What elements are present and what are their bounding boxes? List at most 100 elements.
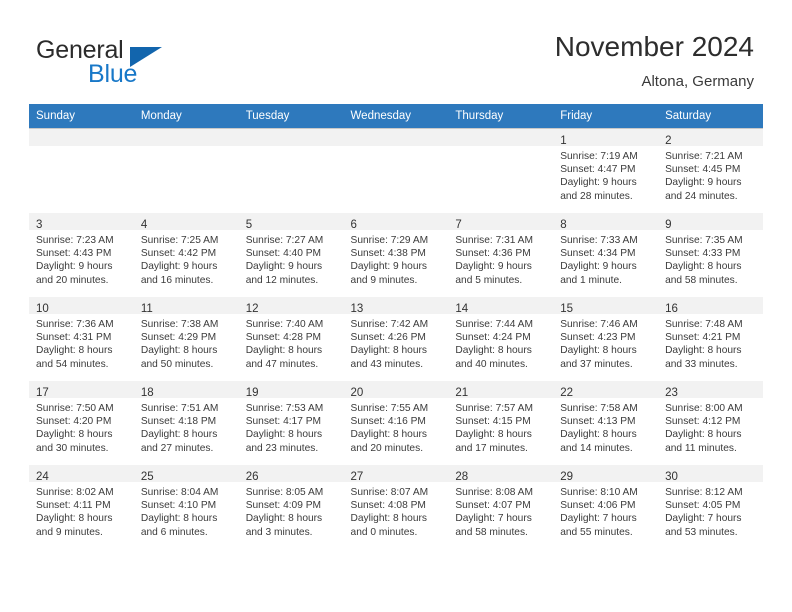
calendar-day-cell[interactable]: 4 Sunrise: 7:25 AM Sunset: 4:42 PM Daylight… xyxy=(133,212,239,297)
day-detail-line: Sunset: 4:28 PM xyxy=(245,332,322,344)
day-details: Sunrise: 7:50 AM Sunset: 4:20 PM Daylight:… xyxy=(29,398,134,455)
day-number: 17 xyxy=(36,387,49,399)
day-detail-line: Sunrise: 7:36 AM xyxy=(36,319,114,330)
calendar-day-cell[interactable]: 27 Sunrise: 8:07 AM Sunset: 4:08 PM Dayligh… xyxy=(343,464,449,549)
day-number: 3 xyxy=(36,219,43,231)
day-details: Sunrise: 8:00 AM Sunset: 4:12 PM Daylight:… xyxy=(658,398,763,455)
day-number-band: 26 xyxy=(238,465,344,483)
calendar-day-cell[interactable]: 20 Sunrise: 7:55 AM Sunset: 4:16 PM Dayligh… xyxy=(343,380,449,465)
weekday-header-thursday: Thursday xyxy=(448,104,554,129)
calendar-day-cell[interactable]: 22 Sunrise: 7:58 AM Sunset: 4:13 PM Dayligh… xyxy=(553,380,659,465)
calendar-day-cell[interactable]: 25 Sunrise: 8:04 AM Sunset: 4:10 PM Dayligh… xyxy=(133,464,239,549)
day-details: Sunrise: 7:27 AM Sunset: 4:40 PM Daylight:… xyxy=(239,230,344,287)
day-number-band: 12 xyxy=(238,297,344,315)
calendar-day-cell[interactable]: 11 Sunrise: 7:38 AM Sunset: 4:29 PM Dayligh… xyxy=(133,296,239,381)
calendar-day-cell[interactable]: 1 Sunrise: 7:19 AM Sunset: 4:47 PM Daylight… xyxy=(553,128,659,213)
day-number: 11 xyxy=(140,303,153,315)
day-detail-line: Daylight: 9 hours xyxy=(665,177,742,189)
day-detail-line: Sunset: 4:05 PM xyxy=(665,500,741,512)
day-detail-line: Daylight: 8 hours xyxy=(455,345,532,357)
day-details: Sunrise: 7:40 AM Sunset: 4:28 PM Daylight:… xyxy=(239,314,344,371)
calendar-body: 1 Sunrise: 7:19 AM Sunset: 4:47 PM Daylight… xyxy=(29,128,763,549)
day-number-band: 6 xyxy=(343,213,449,231)
calendar-day-cell[interactable]: 9 Sunrise: 7:35 AM Sunset: 4:33 PM Daylight… xyxy=(658,212,763,297)
day-details: Sunrise: 7:29 AM Sunset: 4:38 PM Daylight:… xyxy=(344,230,449,287)
day-detail-line: and 12 minutes. xyxy=(245,274,319,286)
day-detail-line: Sunrise: 8:00 AM xyxy=(665,403,743,414)
day-number: 19 xyxy=(245,387,259,399)
calendar-day-cell[interactable]: 6 Sunrise: 7:29 AM Sunset: 4:38 PM Daylight… xyxy=(343,212,449,297)
title-block: November 2024 Altona, Germany xyxy=(555,30,754,91)
day-number-band: 13 xyxy=(343,297,449,315)
day-detail-line: and 54 minutes. xyxy=(36,358,109,370)
day-detail-line: and 53 minutes. xyxy=(665,526,738,538)
calendar-day-cell[interactable]: 23 Sunrise: 8:00 AM Sunset: 4:12 PM Dayligh… xyxy=(658,380,763,465)
calendar-day-cell[interactable]: 19 Sunrise: 7:53 AM Sunset: 4:17 PM Dayligh… xyxy=(238,380,344,465)
day-detail-line: Daylight: 7 hours xyxy=(455,513,532,525)
day-detail-line: Sunset: 4:12 PM xyxy=(665,416,741,428)
calendar-day-cell[interactable]: 10 Sunrise: 7:36 AM Sunset: 4:31 PM Dayligh… xyxy=(29,296,134,381)
day-number-band: 18 xyxy=(133,381,239,399)
day-detail-line: and 9 minutes. xyxy=(350,274,418,286)
day-number: 7 xyxy=(455,219,462,231)
day-detail-line: and 30 minutes. xyxy=(36,442,109,454)
day-detail-line: Sunrise: 8:02 AM xyxy=(36,487,114,498)
calendar-day-cell[interactable]: 17 Sunrise: 7:50 AM Sunset: 4:20 PM Dayligh… xyxy=(29,380,134,465)
day-number-band: 1 xyxy=(553,129,659,147)
day-detail-line: and 5 minutes. xyxy=(455,274,523,286)
day-detail-line: and 16 minutes. xyxy=(140,274,214,286)
day-detail-line: Sunset: 4:15 PM xyxy=(455,416,531,428)
day-detail-line: Sunset: 4:40 PM xyxy=(245,248,322,260)
calendar-day-cell[interactable]: 29 Sunrise: 8:10 AM Sunset: 4:06 PM Dayligh… xyxy=(553,464,659,549)
calendar-day-cell[interactable]: 13 Sunrise: 7:42 AM Sunset: 4:26 PM Dayligh… xyxy=(343,296,449,381)
day-number: 27 xyxy=(350,471,364,483)
day-number: 25 xyxy=(140,471,154,483)
day-details: Sunrise: 7:53 AM Sunset: 4:17 PM Daylight:… xyxy=(239,398,344,455)
calendar-day-cell[interactable]: 2 Sunrise: 7:21 AM Sunset: 4:45 PM Daylight… xyxy=(658,128,763,213)
day-detail-line: Sunrise: 7:42 AM xyxy=(350,319,429,330)
day-detail-line: Sunrise: 7:55 AM xyxy=(350,403,429,414)
calendar-day-cell[interactable]: 8 Sunrise: 7:33 AM Sunset: 4:34 PM Daylight… xyxy=(553,212,659,297)
day-details: Sunrise: 7:31 AM Sunset: 4:36 PM Daylight:… xyxy=(448,230,553,287)
day-detail-line: Sunset: 4:29 PM xyxy=(140,332,217,344)
brand-logo[interactable]: General Blue xyxy=(36,36,276,92)
calendar-page: General Blue November 2024 Altona, Germa… xyxy=(0,0,792,612)
calendar-day-cell[interactable]: 7 Sunrise: 7:31 AM Sunset: 4:36 PM Daylight… xyxy=(448,212,554,297)
day-detail-line: Sunrise: 7:57 AM xyxy=(455,403,533,414)
weekday-header-friday: Friday xyxy=(553,104,659,129)
day-detail-line: Daylight: 7 hours xyxy=(560,513,637,525)
day-detail-line: Daylight: 8 hours xyxy=(350,513,427,525)
day-number: 5 xyxy=(245,219,253,231)
day-detail-line: Sunrise: 8:08 AM xyxy=(455,487,533,498)
calendar-day-cell[interactable]: 26 Sunrise: 8:05 AM Sunset: 4:09 PM Dayligh… xyxy=(238,464,344,549)
day-number-band: 5 xyxy=(238,213,344,231)
calendar-day-cell[interactable]: 24 Sunrise: 8:02 AM Sunset: 4:11 PM Dayligh… xyxy=(29,464,134,549)
calendar-day-cell[interactable]: 5 Sunrise: 7:27 AM Sunset: 4:40 PM Daylight… xyxy=(238,212,344,297)
day-detail-line: Daylight: 8 hours xyxy=(140,345,218,357)
day-detail-line: Sunset: 4:18 PM xyxy=(140,416,217,428)
day-details: Sunrise: 7:36 AM Sunset: 4:31 PM Daylight:… xyxy=(29,314,134,371)
page-header: General Blue November 2024 Altona, Germa… xyxy=(0,0,792,100)
day-number: 18 xyxy=(140,387,154,399)
calendar-day-cell[interactable]: 15 Sunrise: 7:46 AM Sunset: 4:23 PM Dayligh… xyxy=(553,296,659,381)
calendar-day-cell[interactable]: 30 Sunrise: 8:12 AM Sunset: 4:05 PM Dayligh… xyxy=(658,464,763,549)
day-detail-line: Sunset: 4:24 PM xyxy=(455,332,531,344)
day-detail-line: Sunset: 4:33 PM xyxy=(665,248,741,260)
calendar-day-cell[interactable]: 3 Sunrise: 7:23 AM Sunset: 4:43 PM Daylight… xyxy=(29,212,134,297)
day-detail-line: Sunset: 4:13 PM xyxy=(560,416,636,428)
day-detail-line: and 33 minutes. xyxy=(665,358,738,370)
calendar-day-cell[interactable]: 14 Sunrise: 7:44 AM Sunset: 4:24 PM Dayligh… xyxy=(448,296,554,381)
day-details: Sunrise: 7:46 AM Sunset: 4:23 PM Daylight:… xyxy=(553,314,658,371)
day-detail-line: Daylight: 8 hours xyxy=(665,429,742,441)
day-number: 2 xyxy=(665,135,672,147)
calendar-day-cell[interactable]: 12 Sunrise: 7:40 AM Sunset: 4:28 PM Dayligh… xyxy=(238,296,344,381)
calendar-day-cell[interactable]: 21 Sunrise: 7:57 AM Sunset: 4:15 PM Dayligh… xyxy=(448,380,554,465)
calendar-day-cell[interactable]: 16 Sunrise: 7:48 AM Sunset: 4:21 PM Dayligh… xyxy=(658,296,763,381)
day-details: Sunrise: 8:08 AM Sunset: 4:07 PM Daylight:… xyxy=(448,482,553,539)
day-detail-line: Sunrise: 7:33 AM xyxy=(560,235,638,246)
calendar-day-cell[interactable]: 18 Sunrise: 7:51 AM Sunset: 4:18 PM Dayligh… xyxy=(133,380,239,465)
day-detail-line: Sunrise: 7:31 AM xyxy=(455,235,533,246)
calendar-day-cell[interactable]: 28 Sunrise: 8:08 AM Sunset: 4:07 PM Dayligh… xyxy=(448,464,554,549)
day-detail-line: Sunset: 4:23 PM xyxy=(560,332,636,344)
day-detail-line: and 20 minutes. xyxy=(350,442,424,454)
